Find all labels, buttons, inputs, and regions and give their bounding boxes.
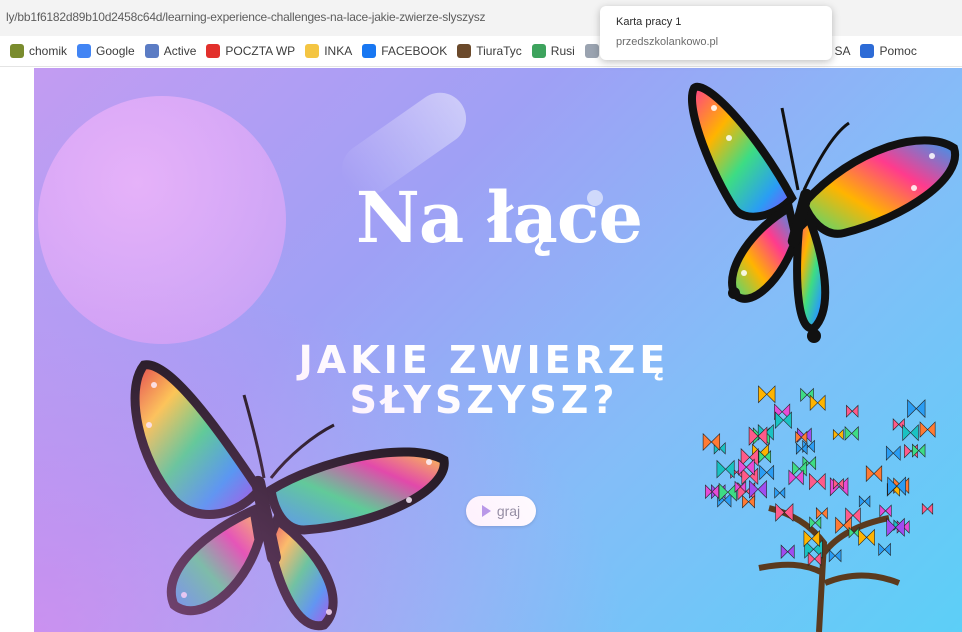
small-butterfly	[879, 504, 892, 518]
url-text[interactable]: ly/bb1f6182d89b10d2458c64d/learning-expe…	[6, 10, 486, 24]
chomik-icon	[10, 44, 24, 58]
active-icon	[144, 44, 159, 58]
small-butterfly	[921, 502, 934, 515]
bookmark-label: Google	[96, 44, 135, 58]
small-butterfly	[775, 502, 794, 522]
small-butterfly	[844, 426, 859, 441]
game-cover: Na łące JAKIE ZWIERZĘ SŁYSZYSZ? graj	[34, 68, 962, 632]
bookmark-label: INKA	[324, 44, 353, 58]
bookmark-item[interactable]: INKA	[305, 44, 352, 58]
small-butterfly	[828, 549, 842, 563]
bookmark-label: POCZTA WP	[225, 44, 296, 58]
bookmark-item[interactable]: Rusi	[531, 44, 575, 58]
tiuratyc-icon	[457, 44, 472, 58]
small-butterfly	[809, 516, 822, 530]
folder-icon	[305, 44, 320, 58]
play-button-label: graj	[496, 503, 521, 519]
google-icon	[77, 44, 92, 58]
small-butterfly	[846, 404, 859, 418]
tooltip-title: Karta pracy 1	[616, 16, 682, 28]
small-butterfly	[845, 507, 861, 524]
page-subtitle: JAKIE ZWIERZĘ SŁYSZYSZ?	[234, 340, 734, 420]
subtitle-line-1: JAKIE ZWIERZĘ	[298, 338, 670, 382]
small-butterfly	[809, 394, 826, 412]
facebook-icon	[362, 44, 377, 58]
bookmark-item[interactable]: Google	[77, 44, 135, 58]
small-butterfly	[702, 432, 721, 452]
small-butterfly	[716, 459, 735, 479]
small-butterfly	[912, 443, 926, 458]
bookmark-label: chomik	[29, 44, 68, 58]
small-butterfly	[832, 428, 844, 441]
tiora-icon	[584, 44, 599, 58]
small-butterfly	[885, 445, 901, 461]
small-butterfly	[829, 477, 849, 497]
wp-icon	[206, 44, 221, 58]
small-butterfly	[809, 472, 826, 491]
decorative-circle	[38, 96, 286, 344]
bookmark-item[interactable]: Active	[144, 44, 197, 58]
small-butterfly	[902, 424, 919, 442]
bookmark-label: Active	[163, 44, 197, 58]
small-butterfly	[858, 495, 871, 508]
bookmark-label: Rusi	[550, 44, 575, 58]
bookmark-item[interactable]: TiuraTyc	[457, 44, 522, 58]
small-butterfly	[774, 487, 786, 499]
bookmark-label: Pomoc	[879, 44, 917, 58]
small-butterfly	[878, 542, 891, 557]
small-butterfly	[886, 517, 905, 537]
small-butterfly	[795, 442, 808, 455]
bookmark-item[interactable]: POCZTA WP	[206, 44, 295, 58]
bookmark-item[interactable]: Pomoc	[860, 44, 917, 58]
small-butterfly	[919, 421, 936, 438]
play-button[interactable]: graj	[466, 496, 536, 526]
tooltip-domain: przedszkolankowo.pl	[616, 36, 719, 48]
bookmark-label: FACEBOOK	[381, 44, 448, 58]
butterfly-tree-illustration	[702, 385, 936, 632]
small-butterfly	[742, 494, 755, 509]
subtitle-line-2: SŁYSZYSZ?	[349, 378, 619, 422]
page-title: Na łące	[355, 176, 643, 259]
rusi-icon	[531, 44, 546, 58]
small-butterfly	[858, 528, 875, 547]
small-butterfly	[759, 464, 775, 481]
small-butterfly	[740, 448, 759, 467]
small-butterfly	[774, 411, 792, 430]
small-butterfly	[758, 385, 776, 404]
butterfly-illustration-top	[688, 82, 960, 343]
small-butterfly	[865, 465, 883, 483]
play-icon	[481, 505, 491, 517]
pomoc-icon	[860, 44, 875, 58]
tab-tooltip: Karta pracy 1 przedszkolankowo.pl	[600, 6, 832, 60]
small-butterfly	[807, 551, 822, 567]
bookmark-item[interactable]: chomik	[10, 44, 67, 58]
small-butterfly	[780, 544, 795, 560]
small-butterfly	[815, 507, 828, 520]
bookmark-item[interactable]: FACEBOOK	[362, 44, 447, 58]
small-butterfly	[907, 399, 926, 419]
bookmark-label: TiuraTyc	[476, 44, 522, 58]
